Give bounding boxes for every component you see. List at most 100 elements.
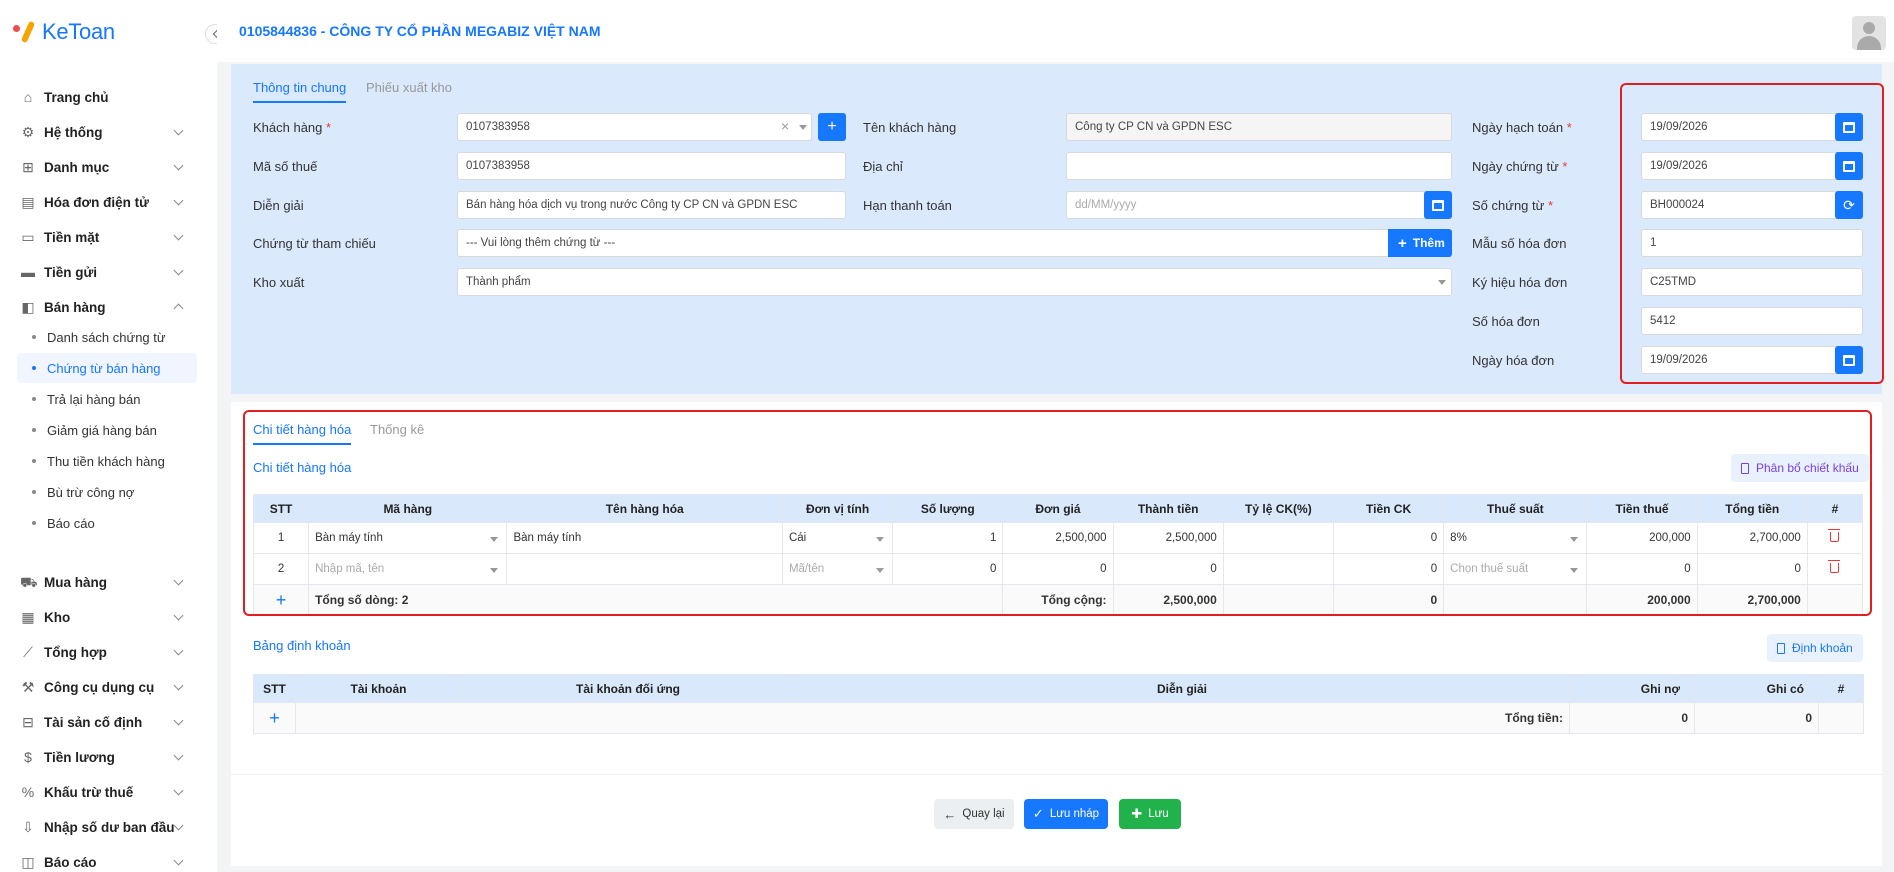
header: 0105844836 - CÔNG TY CỔ PHẦN MEGABIZ VIỆ… — [217, 0, 1894, 62]
calendar-icon — [1432, 199, 1444, 211]
sidebar-item[interactable]: ⇩ Nhập số dư ban đầu — [0, 810, 200, 844]
debit-total: 0 — [1569, 702, 1695, 734]
sidebar-item-label: Công cụ dụng cụ — [44, 679, 155, 695]
address-field[interactable] — [1066, 152, 1452, 180]
company-title: 0105844836 - CÔNG TY CỔ PHẦN MEGABIZ VIỆ… — [239, 23, 601, 39]
chevron-down-icon — [173, 645, 184, 656]
customer-select[interactable]: 0107383958 — [457, 113, 812, 141]
chevron-down-icon — [173, 265, 184, 276]
sidebar-item[interactable]: ⌂ Trang chủ — [0, 80, 200, 114]
sidebar-item[interactable]: ▦ Kho — [0, 600, 200, 634]
sidebar-subitem-label: Danh sách chứng từ — [47, 329, 166, 345]
col-header: Ghi nợ — [1569, 674, 1695, 703]
dropdown-caret-icon[interactable] — [799, 125, 807, 130]
chevron-down-icon — [173, 820, 184, 831]
sidebar-subitem[interactable]: Thu tiền khách hàng — [17, 446, 197, 476]
due-date-calendar-button[interactable] — [1424, 191, 1452, 219]
sidebar-item[interactable]: ◫ Báo cáo — [0, 845, 200, 872]
sidebar-subitem[interactable]: Bù trừ công nợ — [17, 477, 197, 507]
highlight-box-goods — [243, 410, 1872, 616]
invoice-symbol-label: Ký hiệu hóa đơn — [1472, 275, 1568, 290]
add-reference-button[interactable]: + Thêm — [1388, 229, 1452, 257]
due-date-label: Hạn thanh toán — [863, 198, 952, 213]
sidebar-item-label: Khấu trừ thuế — [44, 784, 134, 800]
sidebar-subitem[interactable]: Chứng từ bán hàng — [17, 353, 197, 383]
reference-field[interactable]: --- Vui lòng thêm chứng từ --- — [457, 229, 1394, 257]
sidebar-subitem[interactable]: Giảm giá hàng bán — [17, 415, 197, 445]
logo-mark — [12, 20, 38, 44]
voucher-no-label: Số chứng từ * — [1472, 198, 1554, 213]
user-check-icon: ✚ — [1131, 806, 1143, 821]
chevron-down-icon — [173, 750, 184, 761]
save-draft-button[interactable]: ✓ Lưu nháp — [1024, 799, 1108, 829]
tab-general-info[interactable]: Thông tin chung — [253, 80, 347, 103]
empty-cell — [1818, 702, 1864, 734]
dollar-icon: $ — [24, 749, 32, 765]
document-icon — [1777, 642, 1785, 654]
save-button[interactable]: ✚ Lưu — [1119, 799, 1181, 829]
avatar[interactable] — [1852, 16, 1886, 50]
action-bar: ← Quay lại ✓ Lưu nháp ✚ Lưu — [231, 774, 1882, 866]
sidebar-item-label: Tổng hợp — [44, 644, 107, 660]
chevron-down-icon — [173, 855, 184, 866]
accounting-table-header: STT Tài khoản Tài khoản đối ứng Diễn giả… — [253, 674, 1864, 703]
tax-code-field[interactable]: 0107383958 — [457, 152, 846, 180]
tab-warehouse-slip[interactable]: Phiếu xuất kho — [366, 80, 452, 95]
sidebar-item[interactable]: ▬ Tiền gửi — [0, 255, 200, 289]
bullet-icon — [32, 428, 36, 432]
add-customer-button[interactable]: + — [818, 113, 846, 141]
tax-icon: % — [21, 784, 35, 800]
invoice-date-label: Ngày hóa đơn — [1472, 353, 1555, 368]
sidebar-subitem[interactable]: Báo cáo — [17, 508, 197, 538]
chevron-down-icon — [173, 715, 184, 726]
table-footer-row: + Tổng tiền: 0 0 — [253, 702, 1864, 734]
sidebar-item[interactable]: ⟋ Tổng hợp — [0, 635, 200, 669]
sidebar-item[interactable]: ⊟ Tài sản cố định — [0, 705, 200, 739]
chart-line-icon: ⟋ — [23, 644, 33, 660]
app-logo[interactable]: KeToan — [12, 18, 115, 46]
add-entry-button[interactable]: + — [253, 702, 296, 734]
plus-icon: + — [1398, 234, 1407, 252]
description-field[interactable]: Bán hàng hóa dịch vụ trong nước Công ty … — [457, 191, 846, 219]
sidebar-item-label: Kho — [44, 609, 71, 625]
chevron-down-icon — [173, 160, 184, 171]
arrow-left-icon: ← — [943, 806, 957, 822]
sidebar-subitem-label: Chứng từ bán hàng — [47, 360, 161, 376]
total-label: Tổng tiền: — [295, 702, 1570, 734]
invoice-template-label: Mẫu số hóa đơn — [1472, 236, 1567, 251]
plus-icon: + — [269, 707, 280, 728]
sidebar-subitem[interactable]: Trả lại hàng bán — [17, 384, 197, 414]
clear-icon[interactable]: × — [781, 118, 789, 134]
sidebar-item-label: Hóa đơn điện tử — [44, 194, 149, 210]
sidebar-item-label: Mua hàng — [44, 574, 107, 590]
sidebar-item[interactable]: % Khấu trừ thuế — [0, 775, 200, 809]
bullet-icon — [32, 521, 36, 525]
customer-name-field[interactable]: Công ty CP CN và GPDN ESC — [1066, 113, 1452, 141]
bullet-icon — [32, 490, 36, 494]
accounting-entry-button[interactable]: Định khoản — [1767, 634, 1863, 662]
sidebar-item[interactable]: ▭ Tiền mặt — [0, 220, 200, 254]
posting-date-label: Ngày hạch toán * — [1472, 120, 1572, 135]
sidebar-item[interactable]: ▤ Hóa đơn điện tử — [0, 185, 200, 219]
cash-icon: ▭ — [21, 229, 35, 245]
warehouse-select[interactable]: Thành phẩm — [457, 268, 1452, 296]
sidebar-item[interactable]: ◧ Bán hàng — [0, 290, 200, 324]
sidebar-item-label: Bán hàng — [44, 299, 106, 315]
sidebar-item[interactable]: ⚒ Công cụ dụng cụ — [0, 670, 200, 704]
plus-icon: + — [827, 118, 837, 135]
chevron-down-icon — [173, 680, 184, 691]
sidebar-item-label: Hệ thống — [44, 124, 103, 140]
dropdown-caret-icon[interactable] — [1438, 280, 1446, 285]
chevron-down-icon — [173, 610, 184, 621]
sidebar-subitem[interactable]: Danh sách chứng từ — [17, 322, 197, 352]
import-icon: ⇩ — [22, 819, 34, 835]
sidebar-subitem-label: Bù trừ công nợ — [47, 484, 135, 500]
sidebar-subitem-label: Thu tiền khách hàng — [47, 453, 165, 469]
sidebar-item[interactable]: ⊞ Danh mục — [0, 150, 200, 184]
bullet-icon — [32, 366, 36, 370]
due-date-field[interactable]: dd/MM/yyyy — [1066, 191, 1426, 219]
sidebar-item[interactable]: $ Tiền lương — [0, 740, 200, 774]
back-button[interactable]: ← Quay lại — [934, 799, 1014, 829]
sidebar-item[interactable]: ⚙ Hệ thống — [0, 115, 200, 149]
sidebar-item[interactable]: ⛟ Mua hàng — [0, 565, 200, 599]
